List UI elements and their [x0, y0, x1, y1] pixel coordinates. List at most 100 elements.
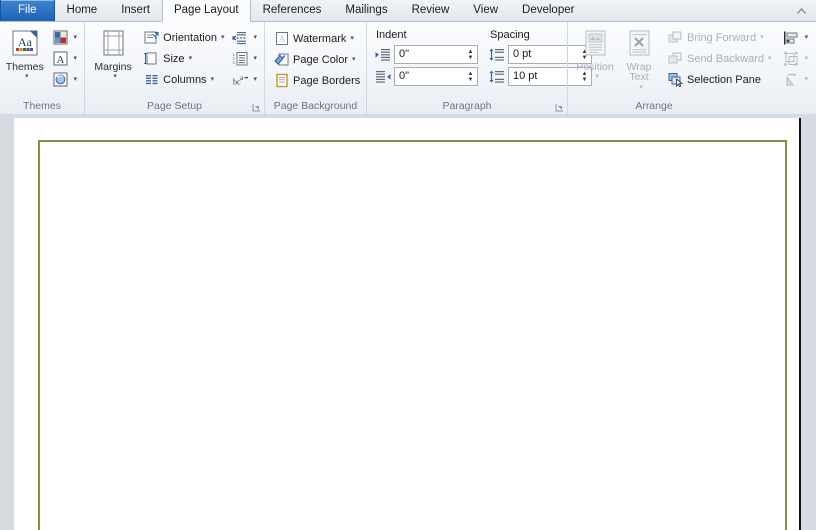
group-objects-button[interactable]: ▾	[781, 48, 811, 69]
line-numbers-button[interactable]: 123 ▾	[229, 48, 259, 69]
group-label-themes: Themes	[0, 98, 84, 114]
hyphenation-button[interactable]: bc a ▾	[229, 69, 259, 90]
group-label-page-background: Page Background	[265, 98, 366, 114]
ribbon: Aa Themes ▾	[0, 22, 816, 115]
svg-text:3: 3	[232, 60, 235, 65]
columns-button[interactable]: Columns ▾	[140, 69, 227, 90]
breaks-button[interactable]: ▾	[229, 27, 259, 48]
columns-caret: ▾	[211, 76, 215, 83]
indent-left-down[interactable]: ▼	[468, 55, 474, 61]
wrap-text-icon	[623, 28, 655, 60]
send-backward-caret: ▾	[768, 55, 772, 62]
columns-label: Columns	[163, 74, 206, 86]
ribbon-tab-strip: File Home Insert Page Layout References …	[0, 0, 816, 22]
wrap-text-label-line2: Text	[629, 71, 648, 83]
ribbon-group-arrange: Position ▾ Wrap Text ▾	[567, 22, 816, 114]
tab-insert[interactable]: Insert	[109, 0, 162, 21]
send-backward-button[interactable]: Send Backward ▾	[664, 48, 775, 69]
indent-left-stepper[interactable]: ▲ ▼	[464, 46, 477, 63]
selection-pane-label: Selection Pane	[687, 74, 761, 86]
page-border-frame	[38, 140, 787, 530]
themes-button[interactable]: Aa Themes ▾	[2, 26, 47, 80]
send-backward-label: Send Backward	[687, 53, 764, 65]
wrap-text-button[interactable]: Wrap Text ▾	[618, 26, 660, 91]
theme-fonts-button[interactable]: A ▾	[49, 48, 79, 69]
svg-text:Aa: Aa	[18, 35, 33, 49]
page-borders-button[interactable]: Page Borders	[270, 70, 363, 91]
margins-caret: ▾	[113, 73, 117, 80]
group-label-arrange: Arrange	[568, 98, 816, 114]
indent-right-stepper[interactable]: ▲ ▼	[464, 68, 477, 85]
indent-right-down[interactable]: ▼	[468, 77, 474, 83]
hyphenation-caret: ▾	[253, 76, 257, 83]
theme-fonts-icon: A	[51, 50, 69, 67]
group-label-arrange-text: Arrange	[635, 98, 672, 114]
theme-effects-button[interactable]: ▾	[49, 69, 79, 90]
watermark-button[interactable]: A Watermark ▾	[270, 28, 363, 49]
breaks-icon	[231, 29, 249, 46]
size-caret: ▾	[189, 55, 193, 62]
bring-forward-icon	[667, 29, 684, 46]
indent-left-field[interactable]: 0" ▲ ▼	[394, 45, 478, 64]
tab-review[interactable]: Review	[400, 0, 462, 21]
align-button[interactable]: ▾	[781, 27, 811, 48]
tab-mailings[interactable]: Mailings	[333, 0, 399, 21]
theme-effects-caret: ▾	[73, 76, 77, 83]
rotate-caret: ▾	[805, 76, 809, 83]
tab-developer[interactable]: Developer	[510, 0, 586, 21]
orientation-icon	[143, 29, 160, 46]
hyphenation-icon: bc a	[231, 71, 249, 88]
theme-effects-icon	[51, 71, 69, 88]
page-color-button[interactable]: Page Color ▾	[270, 49, 363, 70]
selection-pane-button[interactable]: Selection Pane	[664, 69, 775, 90]
bring-forward-button[interactable]: Bring Forward ▾	[664, 27, 775, 48]
document-page[interactable]	[14, 118, 801, 530]
theme-colors-button[interactable]: ▾	[49, 27, 79, 48]
ribbon-group-themes: Aa Themes ▾	[0, 22, 84, 114]
group-label-page-setup: Page Setup	[85, 98, 264, 114]
tab-references[interactable]: References	[251, 0, 334, 21]
rotate-button[interactable]: ▾	[781, 69, 811, 90]
page-color-icon	[273, 51, 290, 68]
rotate-icon	[783, 71, 801, 88]
themes-icon: Aa	[9, 28, 41, 60]
position-button[interactable]: Position ▾	[572, 26, 618, 80]
columns-icon	[143, 71, 160, 88]
themes-caret: ▾	[25, 73, 29, 80]
page-color-label: Page Color	[293, 54, 348, 66]
group-label-page-setup-text: Page Setup	[147, 100, 202, 112]
align-icon	[783, 29, 801, 46]
indent-right-value: 0"	[395, 68, 464, 85]
margins-icon	[97, 28, 129, 60]
line-numbers-caret: ▾	[253, 55, 257, 62]
theme-colors-icon	[51, 29, 69, 46]
indent-right-field[interactable]: 0" ▲ ▼	[394, 67, 478, 86]
size-icon	[143, 50, 160, 67]
theme-fonts-caret: ▾	[73, 55, 77, 62]
orientation-button[interactable]: Orientation ▾	[140, 27, 227, 48]
indent-left-icon	[374, 47, 391, 63]
page-setup-dialog-launcher[interactable]	[252, 103, 261, 112]
watermark-caret: ▾	[350, 35, 354, 42]
document-workspace	[0, 114, 816, 530]
ribbon-group-page-setup: Margins ▾	[84, 22, 264, 114]
indent-right-row: 0" ▲ ▼	[374, 66, 478, 87]
tab-view[interactable]: View	[461, 0, 510, 21]
tab-home[interactable]: Home	[55, 0, 110, 21]
indent-column: Indent 0" ▲ ▼	[374, 28, 478, 87]
size-button[interactable]: Size ▾	[140, 48, 227, 69]
svg-text:A: A	[57, 54, 65, 66]
ribbon-group-page-background: A Watermark ▾	[264, 22, 366, 114]
indent-left-value: 0"	[395, 46, 464, 63]
margins-button[interactable]: Margins ▾	[90, 26, 136, 80]
paragraph-dialog-launcher[interactable]	[555, 103, 564, 112]
page-color-caret: ▾	[352, 56, 356, 63]
tab-page-layout[interactable]: Page Layout	[162, 0, 251, 22]
size-label: Size	[163, 53, 184, 65]
spacing-before-icon	[488, 47, 505, 63]
svg-text:A: A	[278, 34, 285, 44]
page-borders-icon	[273, 72, 290, 89]
tab-file[interactable]: File	[0, 0, 55, 21]
word-application-window: File Home Insert Page Layout References …	[0, 0, 816, 530]
chevron-up-icon[interactable]	[790, 2, 812, 20]
